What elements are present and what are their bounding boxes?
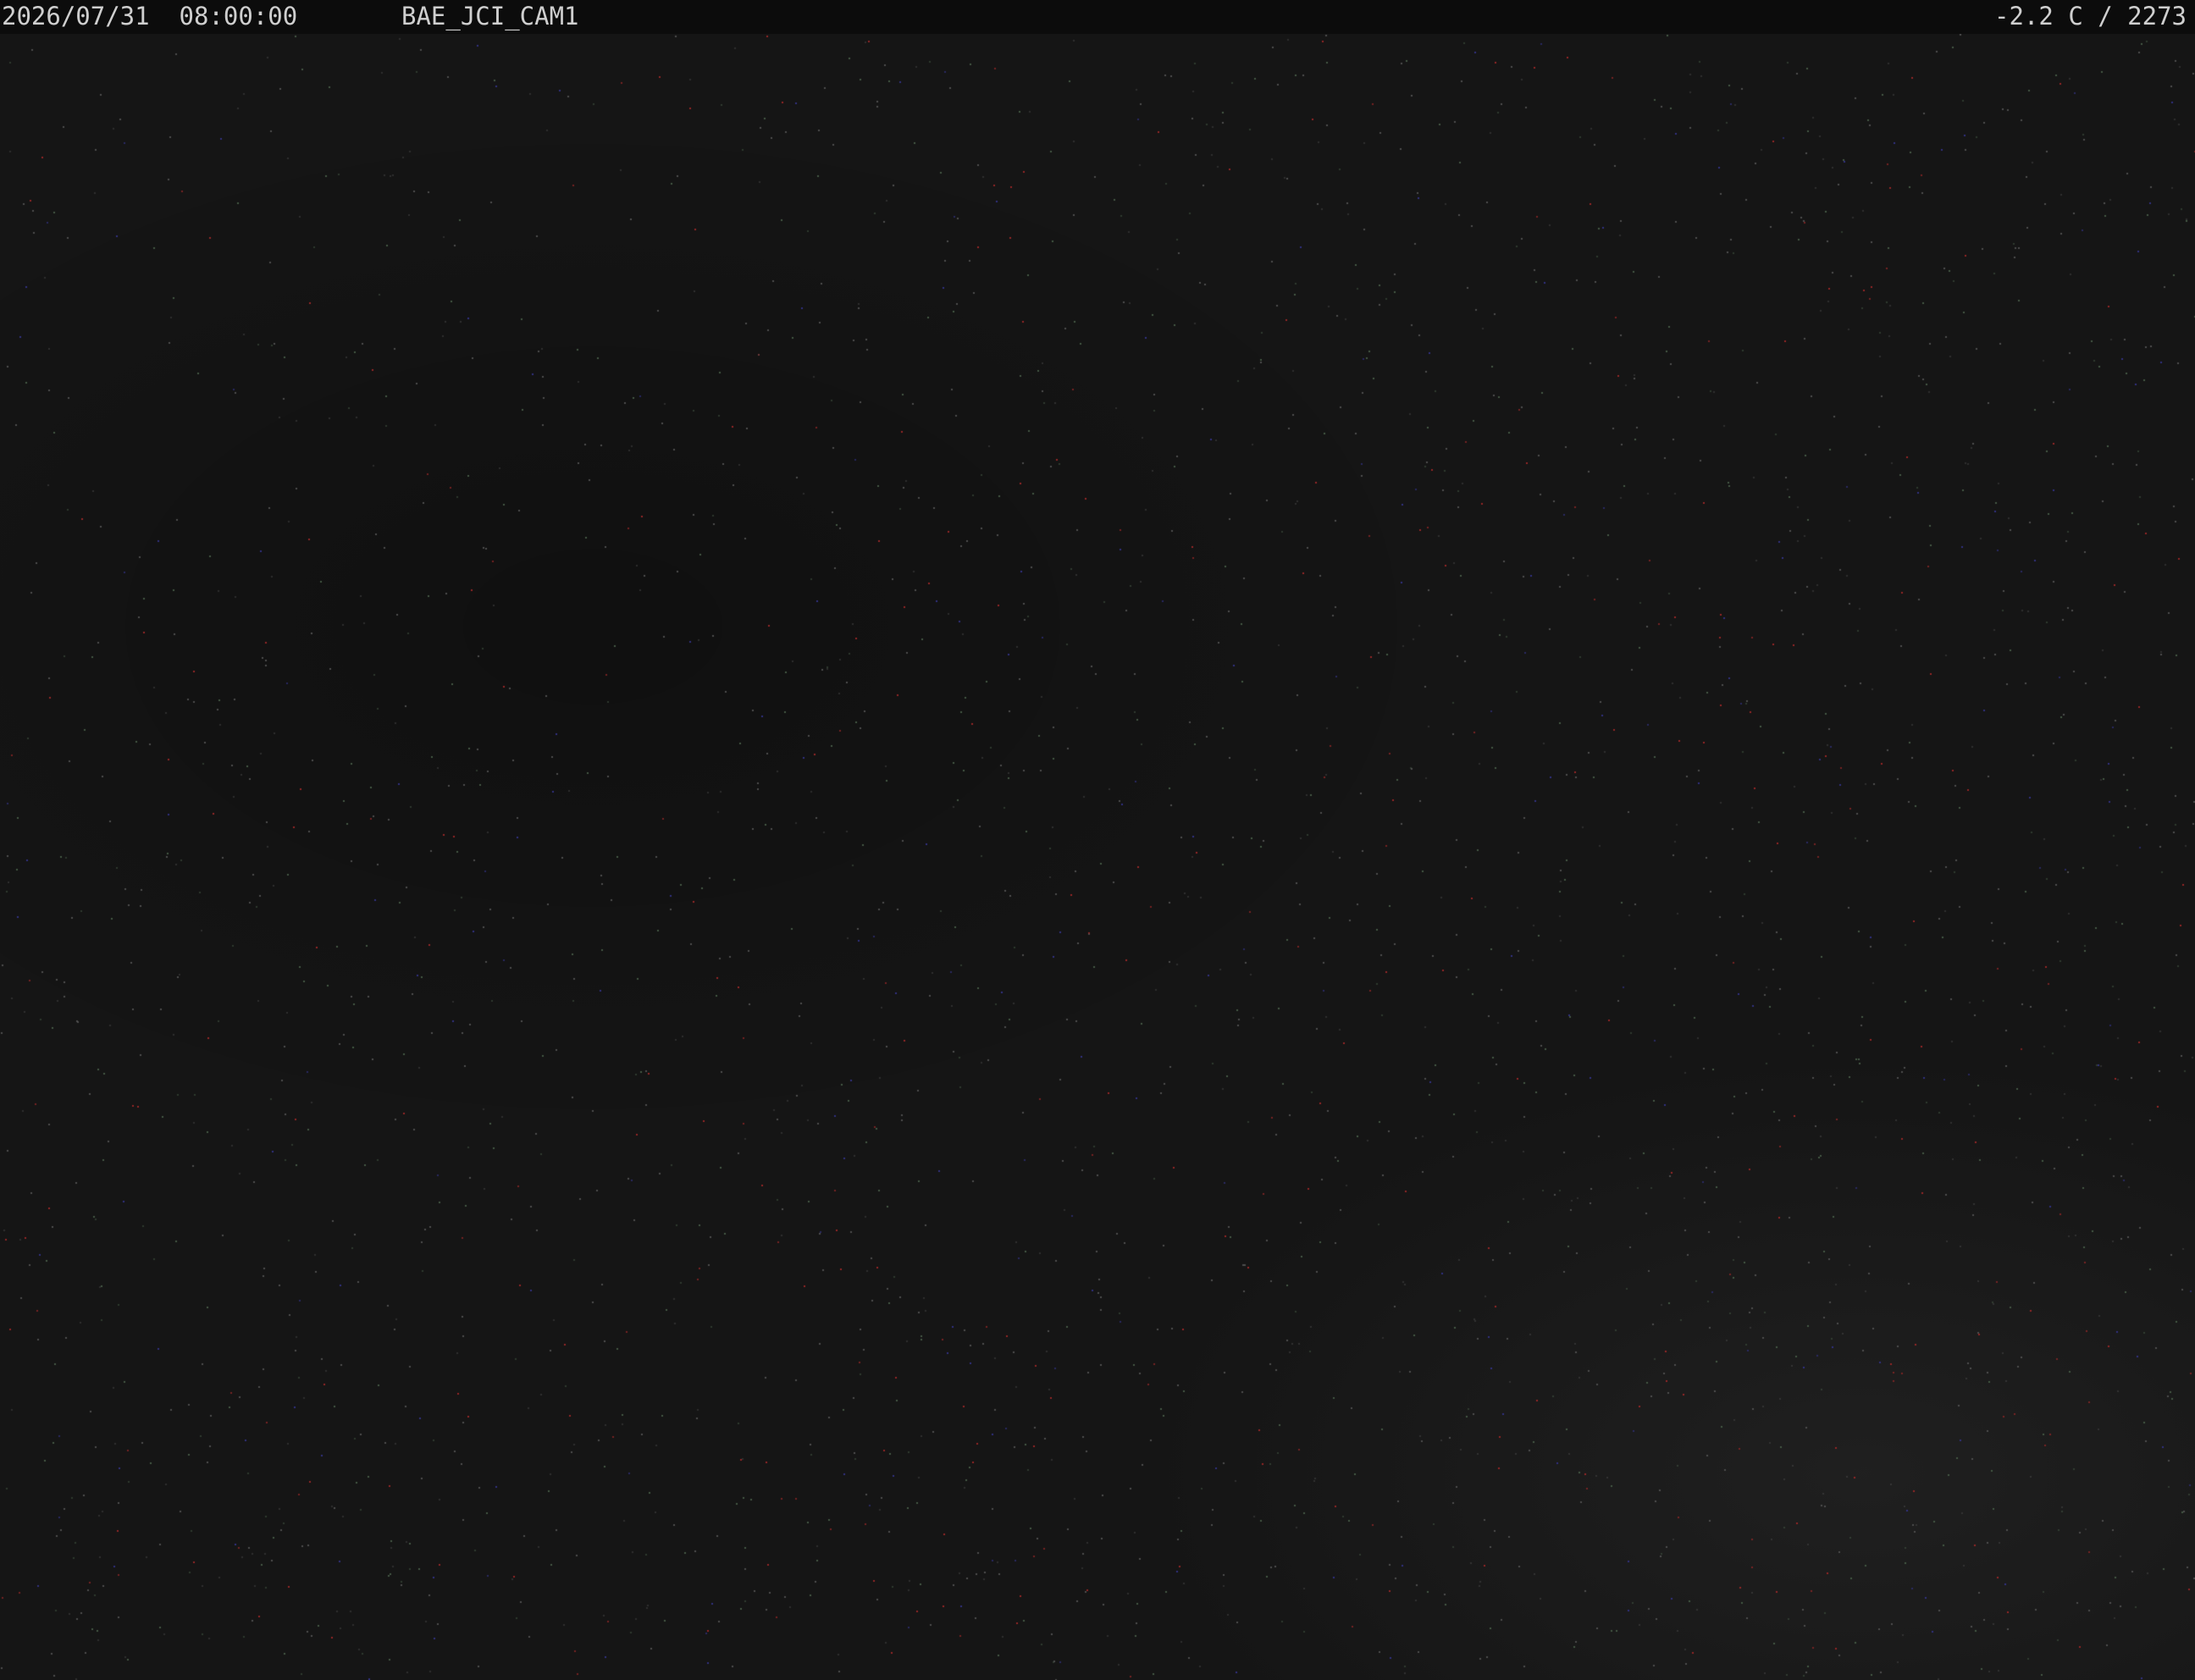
camera-overlay-bar: 2026/07/31 08:00:00 BAE_JCI_CAM1 -2.2 C …: [0, 0, 2195, 34]
sensor-noise: [0, 34, 2195, 1680]
camera-frame: 2026/07/31 08:00:00 BAE_JCI_CAM1 -2.2 C …: [0, 0, 2195, 1680]
timestamp-label: 2026/07/31 08:00:00: [2, 2, 298, 30]
temperature-readout: -2.2 C / 2273: [1994, 2, 2187, 30]
camera-id-label: BAE_JCI_CAM1: [401, 2, 579, 30]
night-scene-image: [0, 34, 2195, 1680]
